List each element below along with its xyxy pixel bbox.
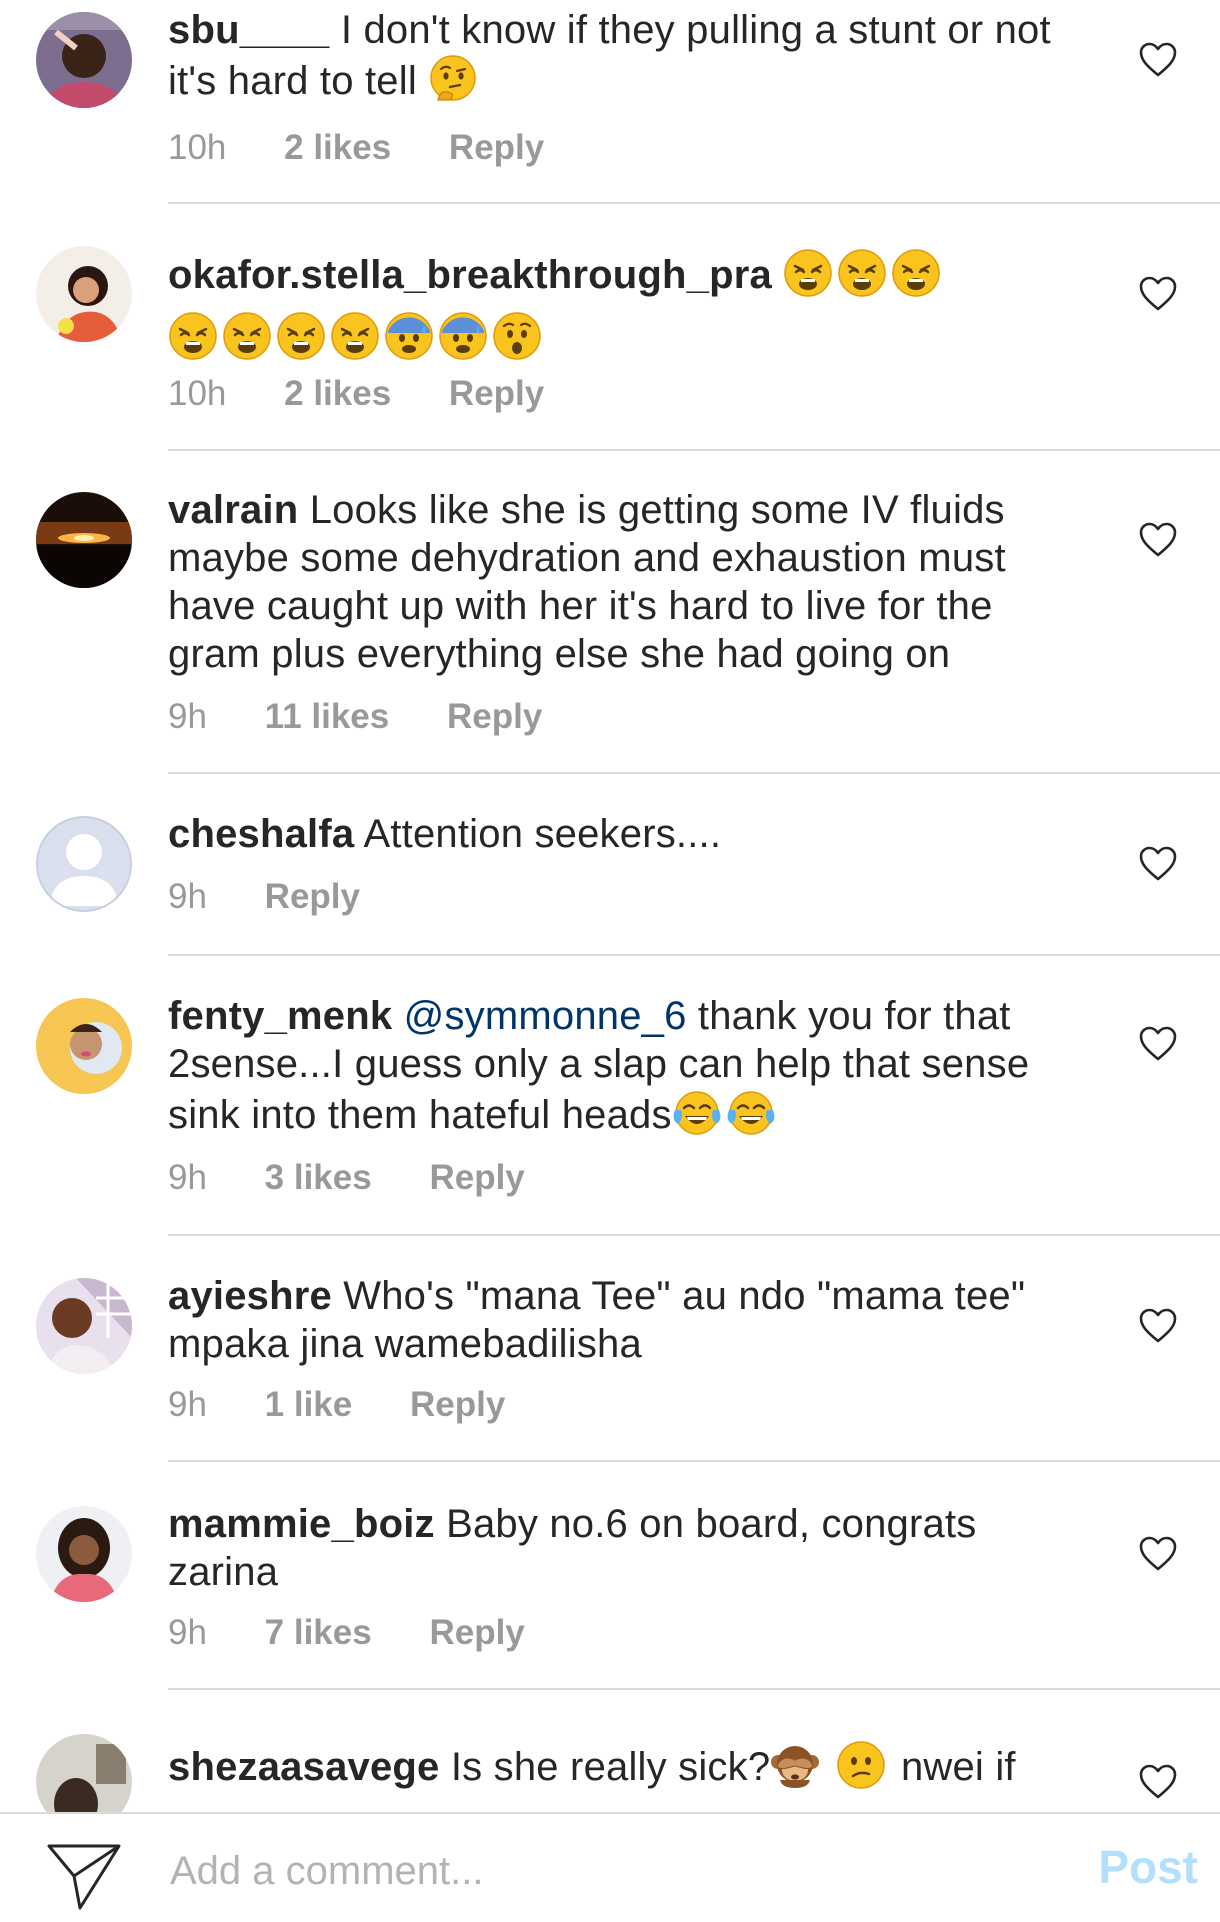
comments-feed[interactable]: sbu____ I don't know if they pulling a s… [0, 0, 1220, 1812]
hushed-face-icon [492, 311, 542, 361]
like-heart-icon[interactable] [1138, 274, 1178, 314]
comment-time: 9h [168, 1158, 207, 1197]
comment-username[interactable]: mammie_boiz [168, 1502, 435, 1546]
weary-face-icon [168, 311, 218, 361]
divider [168, 954, 1220, 956]
avatar[interactable] [36, 246, 132, 342]
comment-body: fenty_menk @symmonne_6 thank you for tha… [168, 992, 1088, 1139]
comment-body: cheshalfa Attention seekers.... [168, 810, 1088, 858]
reply-button[interactable]: Reply [429, 1158, 524, 1197]
weary-face-icon [330, 311, 380, 361]
comment-body: valrain Looks like she is getting some I… [168, 486, 1088, 678]
avatar[interactable] [36, 12, 132, 108]
divider [168, 202, 1220, 204]
comment-text: Attention seekers.... [363, 812, 722, 856]
comment-time: 10h [168, 128, 227, 167]
anxious-sweat-face-icon [438, 311, 488, 361]
comment-username[interactable]: ayieshre [168, 1274, 332, 1318]
likes-count[interactable]: 11 likes [265, 697, 390, 736]
comment-time: 9h [168, 1385, 207, 1424]
comment-text: Is she really sick? [450, 1745, 771, 1789]
likes-count[interactable]: 2 likes [284, 128, 391, 167]
comment-username[interactable]: sbu____ [168, 8, 330, 52]
comment-time: 9h [168, 877, 207, 916]
avatar[interactable] [36, 492, 132, 588]
comment-composer: Post [0, 1812, 1220, 1922]
comment-meta: 9h Reply [168, 877, 408, 917]
comment-body: mammie_boiz Baby no.6 on board, congrats… [168, 1500, 1088, 1596]
like-heart-icon[interactable] [1138, 1762, 1178, 1802]
comment-meta: 10h 2 likes Reply [168, 128, 592, 168]
comment-username[interactable]: cheshalfa [168, 812, 354, 856]
reply-button[interactable]: Reply [410, 1385, 505, 1424]
tears-of-joy-face-icon [726, 1088, 776, 1138]
comment-meta: 10h 2 likes Reply [168, 374, 592, 414]
comment-body: sbu____ I don't know if they pulling a s… [168, 6, 1088, 105]
anxious-sweat-face-icon [384, 311, 434, 361]
avatar[interactable] [36, 816, 132, 912]
comment-meta: 9h 1 like Reply [168, 1385, 553, 1425]
divider [168, 1460, 1220, 1462]
comment-body: shezaasavege Is she really sick? nwei if [168, 1740, 1088, 1791]
like-heart-icon[interactable] [1138, 520, 1178, 560]
reply-button[interactable]: Reply [449, 128, 544, 167]
comment-username[interactable]: okafor.stella_breakthrough_pra [168, 253, 772, 297]
weary-face-icon [837, 248, 887, 298]
comment-username[interactable]: fenty_menk [168, 994, 392, 1038]
comment-input[interactable] [170, 1836, 1050, 1906]
divider [168, 449, 1220, 451]
weary-face-icon [222, 311, 272, 361]
like-heart-icon[interactable] [1138, 1306, 1178, 1346]
comment-meta: 9h 3 likes Reply [168, 1158, 573, 1198]
divider [168, 772, 1220, 774]
comment-body: okafor.stella_breakthrough_pra [168, 248, 1088, 362]
divider [168, 1688, 1220, 1690]
comment-username[interactable]: valrain [168, 488, 298, 532]
like-heart-icon[interactable] [1138, 844, 1178, 884]
comment-body: ayieshre Who's "mana Tee" au ndo "mama t… [168, 1272, 1088, 1368]
avatar[interactable] [36, 1506, 132, 1602]
comment-time: 9h [168, 1613, 207, 1652]
avatar[interactable] [36, 1278, 132, 1374]
tears-of-joy-face-icon [672, 1088, 722, 1138]
reply-button[interactable]: Reply [265, 877, 360, 916]
likes-count[interactable]: 3 likes [265, 1158, 372, 1197]
weary-face-icon [276, 311, 326, 361]
post-button[interactable]: Post [1098, 1840, 1198, 1894]
comment-meta: 9h 7 likes Reply [168, 1613, 573, 1653]
see-no-evil-monkey-icon [770, 1740, 820, 1790]
reply-button[interactable]: Reply [429, 1613, 524, 1652]
comment-time: 9h [168, 697, 207, 736]
comment-time: 10h [168, 374, 227, 413]
like-heart-icon[interactable] [1138, 40, 1178, 80]
comment-mention[interactable]: @symmonne_6 [404, 994, 687, 1038]
weary-face-icon [783, 248, 833, 298]
comment-text-after: nwei if [900, 1745, 1016, 1789]
like-heart-icon[interactable] [1138, 1024, 1178, 1064]
paper-plane-icon[interactable] [46, 1842, 122, 1912]
reply-button[interactable]: Reply [447, 697, 542, 736]
likes-count[interactable]: 2 likes [284, 374, 391, 413]
divider [168, 1234, 1220, 1236]
weary-face-icon [891, 248, 941, 298]
comment-meta: 9h 11 likes Reply [168, 697, 590, 737]
like-heart-icon[interactable] [1138, 1534, 1178, 1574]
avatar[interactable] [36, 998, 132, 1094]
thinking-face-icon [428, 54, 478, 104]
likes-count[interactable]: 1 like [265, 1385, 353, 1424]
likes-count[interactable]: 7 likes [265, 1613, 372, 1652]
reply-button[interactable]: Reply [449, 374, 544, 413]
avatar[interactable] [36, 1734, 132, 1812]
confused-face-icon [836, 1740, 886, 1790]
comment-username[interactable]: shezaasavege [168, 1745, 439, 1789]
